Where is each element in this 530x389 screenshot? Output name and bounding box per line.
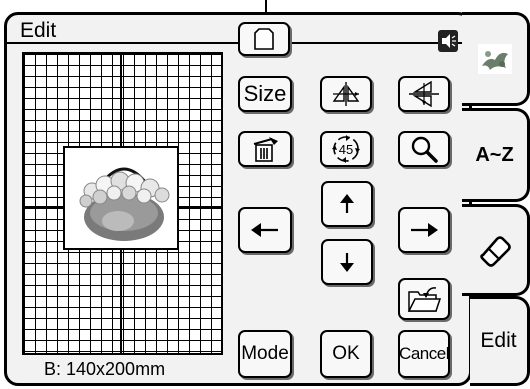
embroidery-size-readout: B: 140x200mm — [44, 359, 166, 379]
move-left-button[interactable] — [238, 207, 292, 253]
mirror-vertical-icon — [409, 80, 439, 108]
mirror-horizontal-icon — [332, 82, 360, 106]
move-right-button[interactable] — [398, 207, 450, 253]
move-up-button[interactable] — [321, 181, 373, 227]
delete-button[interactable] — [238, 131, 292, 167]
delete-icon — [253, 137, 278, 162]
rotate-angle-label: 45 — [338, 141, 354, 157]
arrow-down-icon — [340, 253, 354, 272]
embroidery-edit-screen: Edit B: 140x200mm Size 45 Mode OK Cancel… — [0, 0, 530, 389]
size-button-label: Size — [243, 81, 287, 106]
tab-eraser[interactable] — [462, 204, 530, 296]
flower-basket-pattern[interactable] — [72, 155, 175, 245]
arrow-right-icon — [411, 223, 438, 237]
tab-embroidery-pattern[interactable] — [462, 12, 530, 106]
cancel-button-label: Cancel — [399, 344, 449, 363]
magnifier-icon — [411, 136, 438, 163]
page-title: Edit — [20, 19, 57, 42]
folder-save-icon — [407, 287, 442, 312]
size-button[interactable]: Size — [238, 76, 292, 112]
mirror-horizontal-button[interactable] — [320, 76, 372, 112]
pattern-select-button[interactable] — [238, 22, 290, 56]
pattern-select-icon — [254, 28, 274, 50]
cancel-button[interactable]: Cancel — [398, 330, 450, 378]
arrow-left-icon — [251, 223, 278, 237]
mirror-vertical-button[interactable] — [398, 76, 450, 112]
speaker-icon[interactable] — [438, 30, 458, 52]
ok-button-label: OK — [332, 343, 360, 364]
mode-button-label: Mode — [241, 343, 289, 364]
ok-button[interactable]: OK — [320, 330, 372, 378]
tab-character[interactable]: A~Z — [462, 108, 530, 202]
tab-edit-label: Edit — [480, 329, 517, 352]
zoom-button[interactable] — [398, 131, 450, 167]
embroidery-pattern-icon — [477, 44, 512, 74]
tab-edit[interactable]: Edit — [470, 296, 530, 386]
save-button[interactable] — [398, 278, 450, 320]
rotate-button[interactable]: 45 — [320, 131, 372, 167]
eraser-icon — [479, 236, 511, 267]
arrow-up-icon — [340, 194, 354, 213]
move-down-button[interactable] — [321, 239, 373, 285]
tab-character-label: A~Z — [475, 143, 514, 166]
mode-button[interactable]: Mode — [238, 330, 292, 378]
